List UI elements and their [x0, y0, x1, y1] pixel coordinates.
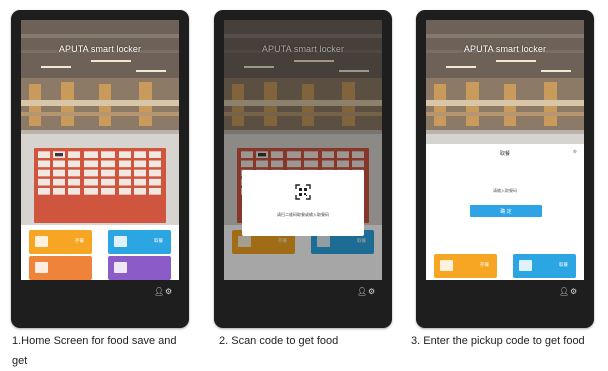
tablet-scan-screen: APUTA smart locker 存餐 取餐 请扫二维码取餐或输入取餐码 👤… — [214, 10, 392, 328]
gear-icon[interactable]: ⚙︎ — [165, 288, 172, 296]
get-food-label: 取餐 — [559, 262, 568, 267]
user-icon[interactable]: 👤︎ — [154, 288, 164, 296]
scan-prompt: 请扫二维码取餐或输入取餐码 — [277, 212, 329, 217]
save-food-icon — [440, 260, 453, 271]
scan-screen-display: APUTA smart locker 存餐 取餐 请扫二维码取餐或输入取餐码 👤… — [224, 20, 382, 307]
fourth-tile-icon — [114, 262, 127, 273]
bottom-bar: 👤︎ ⚙︎ — [21, 280, 179, 307]
save-food-tile[interactable]: 存餐 — [29, 230, 92, 254]
pickup-code-panel: 取餐 ⊗ 请输入取餐码 确 定 — [426, 144, 584, 249]
user-icon[interactable]: 👤︎ — [559, 288, 569, 296]
caption-pickup-code: 3. Enter the pickup code to get food — [411, 335, 585, 347]
home-menu-tiles: 存餐 取餐 — [21, 225, 179, 280]
caption-home-screen: 1.Home Screen for food save and get — [12, 335, 177, 367]
caption-scan-code: 2. Scan code to get food — [219, 335, 339, 347]
get-food-icon — [519, 260, 532, 271]
modal-overlay — [224, 20, 382, 280]
get-food-tile[interactable]: 取餐 — [513, 254, 576, 278]
bottom-bar: 👤︎ ⚙︎ — [224, 280, 382, 307]
bottom-bar: 👤︎ ⚙︎ — [426, 280, 584, 307]
third-tile-icon — [35, 262, 48, 273]
fourth-tile[interactable] — [108, 256, 171, 280]
close-icon[interactable]: ⊗ — [573, 149, 577, 155]
save-food-tile[interactable]: 存餐 — [434, 254, 497, 278]
scan-dialog: 请扫二维码取餐或输入取餐码 — [242, 170, 364, 236]
panel-title: 取餐 — [499, 151, 510, 157]
home-menu-tiles: 存餐 取餐 — [426, 249, 584, 280]
qr-scan-icon — [295, 184, 311, 200]
gear-icon[interactable]: ⚙︎ — [570, 288, 577, 296]
save-food-label: 存餐 — [480, 262, 489, 267]
tablet-home-screen: APUTA smart locker 存餐 取餐 👤︎ ⚙︎ — [11, 10, 189, 328]
third-tile[interactable] — [29, 256, 92, 280]
get-food-label: 取餐 — [154, 238, 163, 243]
pickup-code-prompt: 请输入取餐码 — [493, 188, 517, 193]
confirm-button[interactable]: 确 定 — [470, 205, 542, 217]
user-icon[interactable]: 👤︎ — [357, 288, 367, 296]
get-food-icon — [114, 236, 127, 247]
pickup-screen-display: APUTA smart locker 存餐 取餐 取餐 ⊗ 请输入取餐码 确 定… — [426, 20, 584, 307]
home-screen-display: APUTA smart locker 存餐 取餐 👤︎ ⚙︎ — [21, 20, 179, 307]
get-food-tile[interactable]: 取餐 — [108, 230, 171, 254]
tablet-pickup-code-screen: APUTA smart locker 存餐 取餐 取餐 ⊗ 请输入取餐码 确 定… — [416, 10, 594, 328]
locker-cabinet — [34, 148, 166, 223]
app-title: APUTA smart locker — [58, 44, 142, 54]
gear-icon[interactable]: ⚙︎ — [368, 288, 375, 296]
save-food-icon — [35, 236, 48, 247]
save-food-label: 存餐 — [75, 238, 84, 243]
app-title: APUTA smart locker — [463, 44, 547, 54]
